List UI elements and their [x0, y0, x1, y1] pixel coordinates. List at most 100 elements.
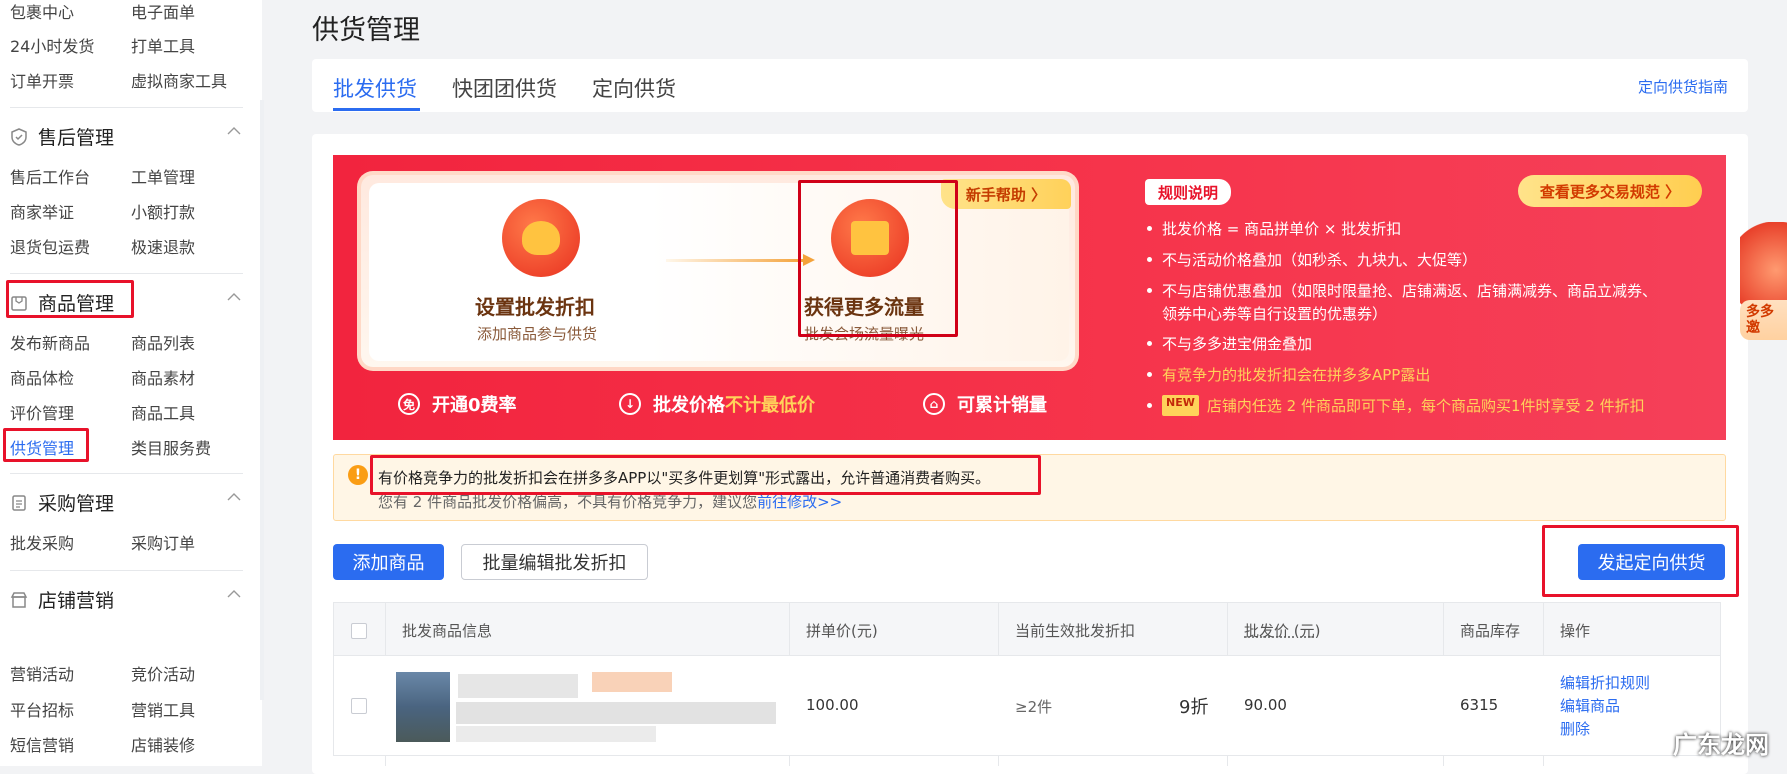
shield-check-icon	[10, 127, 28, 146]
add-product-button[interactable]: 添加商品	[333, 544, 444, 580]
new-badge: NEW	[1162, 395, 1199, 416]
column-header: 商品库存	[1460, 622, 1521, 640]
divider	[10, 107, 243, 108]
feature-highlight: 不计最低价	[725, 395, 815, 416]
tabs-bar: 批发供货 快团团供货 定向供货 定向供货指南	[312, 59, 1748, 112]
feature-zero-fee: 免 开通0费率	[398, 391, 517, 417]
menu-item[interactable]: 采购订单	[131, 530, 195, 554]
column-header: 当前生效批发折扣	[1015, 622, 1136, 640]
menu-item[interactable]: 商品列表	[131, 330, 195, 354]
select-all-checkbox[interactable]	[351, 623, 367, 639]
batch-edit-discount-button[interactable]: 批量编辑批发折扣	[461, 544, 648, 580]
tab-group-buy[interactable]: 快团团供货	[452, 73, 557, 103]
rule-text: 不与多多进宝佣金叠加	[1162, 335, 1313, 353]
menu-item[interactable]: 批发采购	[10, 530, 74, 554]
menu-item[interactable]: 极速退款	[131, 234, 195, 258]
page-title: 供货管理	[312, 15, 420, 46]
cell-operations: 编辑折扣规则 编辑商品 删除	[1560, 672, 1650, 741]
feature-cumulative-sales: ⌂ 可累计销量	[923, 391, 1047, 417]
edit-discount-rule-link[interactable]: 编辑折扣规则	[1560, 672, 1650, 695]
menu-item[interactable]: 营销工具	[131, 697, 195, 721]
menu-item[interactable]: 发布新商品	[10, 330, 90, 354]
group-title: 店铺营销	[38, 590, 115, 612]
tab-wholesale[interactable]: 批发供货	[333, 73, 417, 103]
column-header: 拼单价(元)	[806, 622, 878, 640]
rule-item-new: NEW 店铺内任选 2 件商品即可下单，每个商品购买1件时享受 2 件折扣	[1147, 395, 1645, 416]
menu-item[interactable]: 售后工作台	[10, 164, 90, 188]
column-header[interactable]: 批发价 (元)	[1244, 620, 1320, 641]
divider	[10, 570, 243, 571]
menu-item[interactable]: 商品工具	[131, 400, 195, 424]
highlight-box	[798, 180, 958, 337]
chevron-up-icon[interactable]	[227, 124, 241, 138]
group-title: 采购管理	[38, 493, 115, 515]
rule-item: 不与多多进宝佣金叠加	[1147, 333, 1312, 354]
beginner-help-button[interactable]: 新手帮助 〉	[941, 179, 1071, 209]
menu-item[interactable]: 打单工具	[131, 33, 195, 57]
cell-discount: 9折	[1179, 697, 1209, 718]
group-header-after-sales[interactable]: 售后管理	[10, 123, 114, 150]
menu-item[interactable]: 评价管理	[10, 400, 74, 424]
menu-item[interactable]: 虚拟商家工具	[131, 68, 227, 92]
feature-price: ↓ 批发价格 不计最低价	[619, 391, 815, 417]
floating-promo-label[interactable]: 多多邀	[1740, 300, 1787, 340]
row-checkbox[interactable]	[351, 698, 367, 714]
cell-stock: 6315	[1460, 696, 1499, 714]
rule-item: 不与店铺优惠叠加（如限时限量抢、店铺满返、店铺满减券、商品立减券、	[1147, 280, 1657, 301]
go-modify-link[interactable]: 前往修改>>	[757, 493, 842, 511]
step1-title: 设置批发折扣	[475, 295, 595, 319]
delete-link[interactable]: 删除	[1560, 718, 1650, 741]
chevron-up-icon[interactable]	[227, 490, 241, 504]
highlight-box	[6, 280, 134, 318]
feature-label: 批发价格	[653, 395, 725, 416]
highlight-box	[1542, 525, 1739, 597]
more-trade-rules-button[interactable]: 查看更多交易规范 〉	[1518, 175, 1702, 207]
warning-icon: !	[348, 465, 368, 485]
menu-item[interactable]: 电子面单	[131, 0, 195, 23]
menu-item[interactable]: 订单开票	[10, 68, 74, 92]
rules-tag: 规则说明	[1145, 179, 1231, 205]
money-bag-icon	[502, 199, 580, 277]
chevron-up-icon[interactable]	[227, 290, 241, 304]
menu-item[interactable]: 小额打款	[131, 199, 195, 223]
divider	[10, 273, 243, 274]
menu-item[interactable]: 短信营销	[10, 732, 74, 756]
arrow-line	[666, 259, 806, 262]
rule-text: 批发价格 = 商品拼单价 × 批发折扣	[1162, 220, 1402, 238]
banner-steps-inner	[369, 183, 1069, 361]
rule-text: 有竞争力的批发折扣会在拼多多APP露出	[1162, 366, 1431, 384]
menu-item[interactable]: 店铺装修	[131, 732, 195, 756]
promo-banner: 新手帮助 〉 设置批发折扣 添加商品参与供货 获得更多流量 批发会场流量曝光 免…	[333, 155, 1726, 440]
menu-item[interactable]: 工单管理	[131, 164, 195, 188]
rule-text: 不与店铺优惠叠加（如限时限量抢、店铺满返、店铺满减券、商品立减券、	[1162, 282, 1658, 300]
step1-subtitle: 添加商品参与供货	[477, 325, 598, 343]
group-header-procurement[interactable]: 采购管理	[10, 489, 114, 516]
product-thumbnail-blurred[interactable]	[396, 672, 776, 742]
menu-item[interactable]: 商家举证	[10, 199, 74, 223]
menu-item[interactable]: 退货包运费	[10, 234, 90, 258]
menu-item[interactable]: 竞价活动	[131, 661, 195, 685]
sidebar-scrollbar[interactable]	[260, 100, 264, 700]
group-header-store-marketing[interactable]: 店铺营销	[10, 586, 114, 613]
directed-supply-guide-link[interactable]: 定向供货指南	[1638, 76, 1728, 97]
menu-item[interactable]: 平台招标	[10, 697, 74, 721]
rule-text: 领券中心券等自行设置的优惠券）	[1162, 305, 1388, 323]
menu-item[interactable]: 包裹中心	[10, 0, 74, 23]
menu-item[interactable]: 商品素材	[131, 365, 195, 389]
menu-item[interactable]: 类目服务费	[131, 435, 211, 459]
feature-label: 可累计销量	[957, 395, 1047, 416]
menu-item[interactable]: 商品体检	[10, 365, 74, 389]
tab-underline	[333, 108, 420, 111]
edit-product-link[interactable]: 编辑商品	[1560, 695, 1650, 718]
chevron-up-icon[interactable]	[227, 587, 241, 601]
tab-directed[interactable]: 定向供货	[592, 73, 676, 103]
watermark-logo: 广东龙网	[1673, 730, 1769, 759]
menu-item[interactable]: 营销活动	[10, 661, 74, 685]
table-row: 100.00 ≥2件 9折 90.00 6315 编辑折扣规则 编辑商品 删除	[333, 656, 1721, 756]
banner-steps-panel: 新手帮助 〉 设置批发折扣 添加商品参与供货 获得更多流量 批发会场流量曝光	[357, 171, 1079, 371]
notice-text: 您有 2 件商品批发价格偏高，不具有价格竞争力，建议您	[378, 493, 758, 511]
menu-item[interactable]: 24小时发货	[10, 33, 94, 57]
rule-item: 不与活动价格叠加（如秒杀、九块九、大促等）	[1147, 249, 1477, 270]
clipboard-icon	[10, 494, 28, 512]
divider	[10, 473, 243, 474]
